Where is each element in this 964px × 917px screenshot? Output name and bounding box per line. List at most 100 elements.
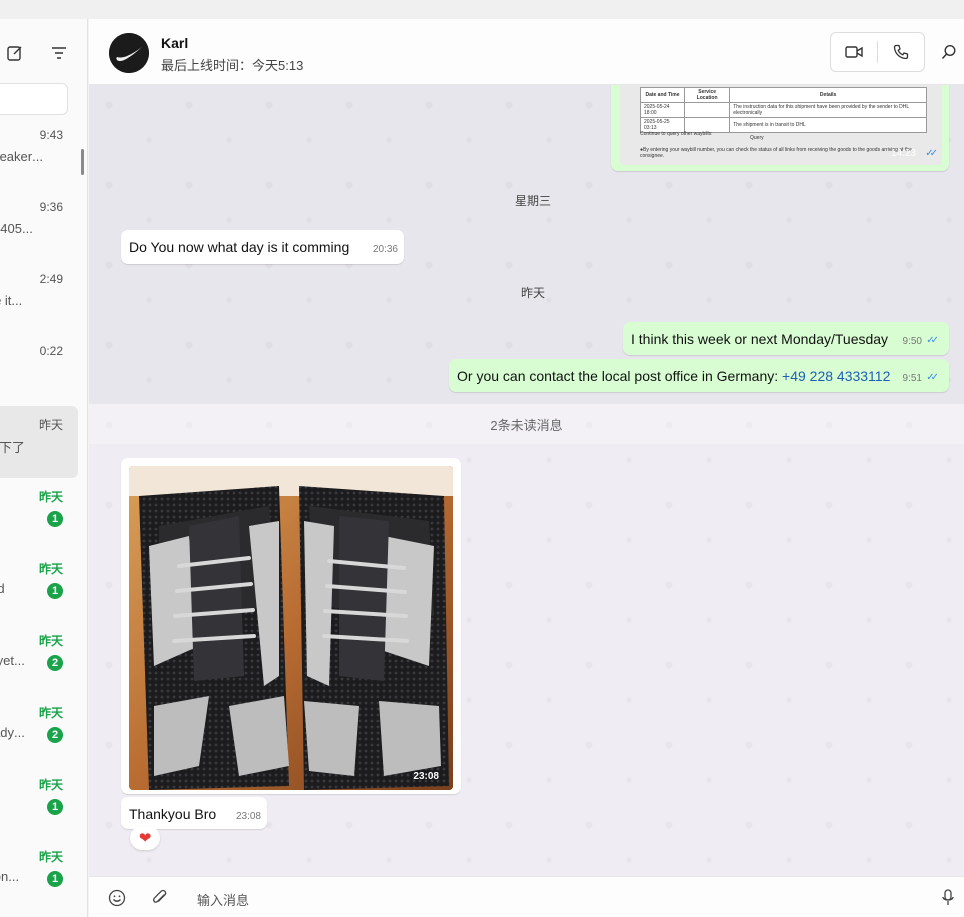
microphone-icon xyxy=(942,889,954,905)
chat-list-sidebar: 9:43 ...sneaker... 9:36 ...57405... 2:49 ...t… xyxy=(0,19,88,917)
unread-divider: 2条未读消息 xyxy=(89,404,964,444)
unread-count-label: 2条未读消息 xyxy=(490,417,563,433)
chat-time: 9:36 xyxy=(39,200,63,214)
emoji-button[interactable] xyxy=(108,889,126,907)
voice-call-button[interactable] xyxy=(878,33,924,71)
chat-list-item[interactable]: 昨天real1 xyxy=(0,766,87,838)
video-call-button[interactable] xyxy=(831,33,877,71)
message-text: Thankyou Bro xyxy=(129,806,217,822)
message-text: Or you can contact the local post office… xyxy=(457,368,890,384)
table-header: Details xyxy=(729,87,927,103)
search-messages-button[interactable] xyxy=(939,42,959,62)
chat-list-item[interactable]: 昨天fraud1 xyxy=(0,550,87,622)
chat-list-item[interactable]: 9:36 ...57405... xyxy=(0,190,87,262)
sneakers-image xyxy=(129,466,453,790)
chat-time: 9:43 xyxy=(39,128,63,142)
table-cell: The shipment is in transit to DHL xyxy=(729,117,927,133)
conversation-header: Karl 最后上线时间：今天5:13 xyxy=(89,19,964,85)
message-text: Do You now what day is it comming xyxy=(129,239,350,255)
message-area[interactable]: Date and Time Service Location Details 2… xyxy=(89,85,964,876)
unread-badge: 1 xyxy=(47,799,63,815)
table-header: Date and Time xyxy=(639,87,686,103)
chat-time: 昨天 xyxy=(38,706,63,720)
tracking-table: Date and Time Service Location Details 2… xyxy=(639,87,927,133)
compose-icon[interactable] xyxy=(3,41,27,65)
read-receipt-icon: ✓✓ xyxy=(925,148,938,159)
table-cell: The instruction data for this shipment h… xyxy=(729,102,927,118)
chat-time: 昨天 xyxy=(38,850,63,864)
chat-list-item[interactable]: 昨天 1 xyxy=(0,478,87,550)
outgoing-image-message[interactable]: Date and Time Service Location Details 2… xyxy=(611,85,949,171)
heart-icon: ❤ xyxy=(138,830,152,847)
chat-preview: ...sneaker... xyxy=(0,149,43,164)
sneakers-photo[interactable]: 23:08 xyxy=(129,466,453,790)
chat-list-item[interactable]: 昨天...r on...1 xyxy=(0,838,87,910)
paperclip-icon xyxy=(152,889,167,903)
chat-search-input[interactable] xyxy=(0,83,68,115)
avatar[interactable] xyxy=(109,33,149,73)
video-call-icon xyxy=(845,46,863,58)
table-cell: 2025-05-24 18:00 xyxy=(639,102,686,118)
message-input[interactable]: 输入消息 xyxy=(197,890,249,909)
incoming-message[interactable]: Thankyou Bro 23:08 xyxy=(121,797,267,829)
chat-list-item[interactable]: 9:43 ...sneaker... xyxy=(0,118,87,190)
unread-badge: 1 xyxy=(47,871,63,887)
attach-button[interactable] xyxy=(151,889,169,907)
search-icon xyxy=(941,44,956,59)
outgoing-message[interactable]: Or you can contact the local post office… xyxy=(449,359,949,392)
unread-badge: 2 xyxy=(47,655,63,671)
read-receipt-icon: ✓✓ xyxy=(926,335,939,346)
query-label: Continue to query other waybills: xyxy=(640,131,713,137)
heart-reaction[interactable]: ❤ xyxy=(130,826,160,850)
date-divider: 星期三 xyxy=(515,194,552,208)
call-buttons xyxy=(830,32,925,72)
unread-badge: 2 xyxy=(47,727,63,743)
chat-list-item[interactable]: 2:49 ...te it"... xyxy=(0,262,87,334)
chat-time: 昨天 xyxy=(38,778,63,792)
filter-icon[interactable] xyxy=(47,41,71,65)
voice-message-button[interactable] xyxy=(939,889,957,907)
chat-time: 昨天 xyxy=(38,634,63,648)
unread-badge: 1 xyxy=(47,583,63,599)
chat-time: 0:22 xyxy=(39,344,63,358)
read-receipt-icon: ✓✓ xyxy=(926,372,939,383)
chat-time: 2:49 xyxy=(39,272,63,286)
message-time: 9:50 xyxy=(902,336,922,347)
incoming-message[interactable]: Do You now what day is it comming 20:36 xyxy=(121,230,404,264)
window-top-strip xyxy=(0,0,964,19)
chat-list-item[interactable]: 昨天...eady...2 xyxy=(0,694,87,766)
chat-list-item[interactable]: 0:22 xyxy=(0,334,87,406)
message-text: I think this week or next Monday/Tuesday xyxy=(631,331,889,347)
message-time: 20:36 xyxy=(372,244,398,255)
sidebar-toolbar xyxy=(0,41,87,65)
chat-time: 昨天 xyxy=(38,562,63,576)
query-button: Query xyxy=(750,135,764,141)
tracking-note: ●By entering your waybill number, you ca… xyxy=(640,147,912,159)
message-time: 14:23 xyxy=(890,148,916,159)
nike-swoosh-icon xyxy=(109,33,149,73)
incoming-image-message[interactable]: 23:08 xyxy=(121,458,461,794)
chat-list-item[interactable]: 昨天...e yet...2 xyxy=(0,622,87,694)
chat-preview: 留下了... xyxy=(0,440,25,455)
date-divider: 昨天 xyxy=(521,286,546,300)
contact-name[interactable]: Karl xyxy=(161,35,188,51)
table-header: Service Location xyxy=(684,87,731,103)
last-seen-status: 最后上线时间：今天5:13 xyxy=(161,58,304,73)
message-time: 23:08 xyxy=(235,811,261,822)
chat-time: 昨天 xyxy=(38,490,63,504)
outgoing-message[interactable]: I think this week or next Monday/Tuesday… xyxy=(623,322,949,355)
chat-time: 昨天 xyxy=(38,418,63,432)
unread-badge: 1 xyxy=(47,511,63,527)
chat-list-item[interactable]: 昨天留下了... xyxy=(0,406,78,478)
message-text-part: Or you can contact the local post office… xyxy=(457,368,783,384)
chat-preview: ...te it"... xyxy=(0,293,23,308)
table-cell xyxy=(684,102,731,118)
message-composer: 输入消息 xyxy=(89,876,964,917)
phone-call-icon xyxy=(893,44,909,60)
message-time: 9:51 xyxy=(902,373,922,384)
message-time: 23:08 xyxy=(413,771,439,782)
emoji-icon xyxy=(108,889,126,907)
phone-link[interactable]: +49 228 4333112 xyxy=(782,368,890,384)
chat-preview: ...57405... xyxy=(0,221,33,236)
tracking-screenshot[interactable]: Date and Time Service Location Details 2… xyxy=(620,85,942,165)
